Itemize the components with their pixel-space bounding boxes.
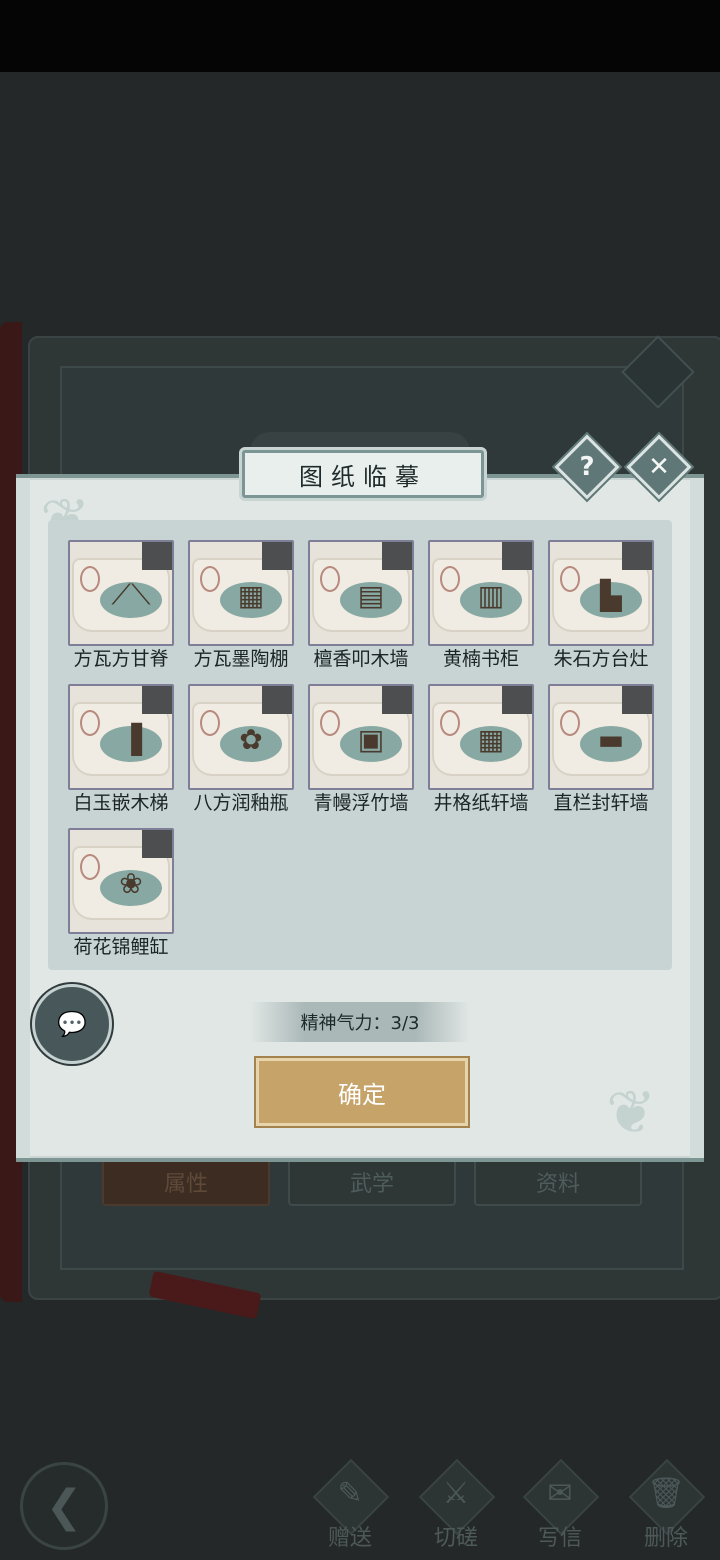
blueprint-name: 直栏封轩墙 <box>553 792 649 814</box>
back-arrow-icon: ❮ <box>45 1480 83 1532</box>
spar-label: 切磋 <box>433 1526 478 1551</box>
blueprint-item[interactable]: ▤ 檀香叩木墙 <box>308 540 414 680</box>
checkbox[interactable] <box>382 686 412 714</box>
furniture-icon: ▐ <box>120 722 142 756</box>
furniture-icon: ❀ <box>119 866 143 900</box>
seal-icon <box>440 566 460 592</box>
seal-icon <box>200 710 220 736</box>
blueprint-name: 荷花锦鲤缸 <box>73 936 169 958</box>
blueprint-card[interactable]: ▦ <box>188 540 294 646</box>
seal-icon <box>200 566 220 592</box>
checkbox[interactable] <box>262 542 292 570</box>
blueprint-name: 方瓦方甘脊 <box>73 648 169 670</box>
trash-icon: 🗑 <box>646 1476 686 1511</box>
blueprint-card[interactable]: ▤ <box>308 540 414 646</box>
seal-icon <box>320 710 340 736</box>
gift-label: 赠送 <box>327 1526 372 1551</box>
gift-button[interactable]: ✎ 赠送 <box>302 1458 398 1554</box>
blueprint-item[interactable]: ▬ 直栏封轩墙 <box>548 684 654 824</box>
blueprint-item[interactable]: ✿ 八方润釉瓶 <box>188 684 294 824</box>
energy-display: 精神气力：3/3 <box>250 1002 470 1042</box>
tab-info: 资料 <box>474 1158 642 1206</box>
blueprint-item[interactable]: ▐ 白玉嵌木梯 <box>68 684 174 824</box>
blueprint-card[interactable]: ▣ <box>308 684 414 790</box>
dialog-left-border <box>16 478 30 1158</box>
delete-label: 删除 <box>643 1526 688 1551</box>
blueprint-item[interactable]: ▙ 朱石方台灶 <box>548 540 654 680</box>
furniture-icon: ⟋⟍ <box>111 578 151 611</box>
status-bar <box>0 0 720 72</box>
checkbox[interactable] <box>142 830 172 858</box>
blueprint-card[interactable]: ⟋⟍ <box>68 540 174 646</box>
blueprint-item[interactable]: ❀ 荷花锦鲤缸 <box>68 828 174 968</box>
checkbox[interactable] <box>142 542 172 570</box>
checkbox[interactable] <box>622 686 652 714</box>
back-button[interactable]: ❮ <box>20 1462 108 1550</box>
checkbox[interactable] <box>622 542 652 570</box>
blueprint-name: 方瓦墨陶棚 <box>193 648 289 670</box>
blueprint-item[interactable]: ⟋⟍ 方瓦方甘脊 <box>68 540 174 680</box>
delete-button[interactable]: 🗑 删除 <box>618 1458 714 1554</box>
blueprint-card[interactable]: ▬ <box>548 684 654 790</box>
blueprint-card[interactable]: ✿ <box>188 684 294 790</box>
seal-icon <box>80 854 100 880</box>
seal-icon <box>560 710 580 736</box>
blueprint-name: 八方润釉瓶 <box>193 792 289 814</box>
checkbox[interactable] <box>382 542 412 570</box>
blueprint-name: 黄楠书柜 <box>442 648 519 670</box>
blueprint-name: 朱石方台灶 <box>553 648 649 670</box>
checkbox[interactable] <box>142 686 172 714</box>
chat-bubble-icon: 💬 <box>57 1010 87 1038</box>
checkbox[interactable] <box>502 686 532 714</box>
seal-icon <box>320 566 340 592</box>
checkbox[interactable] <box>262 686 292 714</box>
confirm-button[interactable]: 确定 <box>256 1058 468 1126</box>
question-icon: ? <box>579 452 595 482</box>
furniture-icon: ▦ <box>477 722 505 756</box>
furniture-icon: ▙ <box>600 578 622 612</box>
seal-icon <box>80 710 100 736</box>
letter-icon: ✉ <box>547 1476 573 1511</box>
tab-attributes: 属性 <box>102 1158 270 1206</box>
seal-icon <box>560 566 580 592</box>
blueprint-item[interactable]: ▥ 黄楠书柜 <box>428 540 534 680</box>
spar-button[interactable]: ⚔ 切磋 <box>408 1458 504 1554</box>
bamboo-decoration-icon: ❦ <box>606 1078 657 1148</box>
tab-martial-arts: 武学 <box>288 1158 456 1206</box>
blueprint-item[interactable]: ▣ 青幔浮竹墙 <box>308 684 414 824</box>
blueprint-card[interactable]: ▐ <box>68 684 174 790</box>
blueprint-name: 青幔浮竹墙 <box>313 792 409 814</box>
seal-icon <box>440 710 460 736</box>
close-icon: ✕ <box>648 452 670 482</box>
write-letter-label: 写信 <box>537 1526 582 1551</box>
blueprint-name: 檀香叩木墙 <box>313 648 409 670</box>
write-letter-button[interactable]: ✉ 写信 <box>512 1458 608 1554</box>
chat-button[interactable]: 💬 <box>32 984 112 1064</box>
seal-icon <box>80 566 100 592</box>
dialog-right-border <box>690 478 704 1158</box>
scroll-icon: ✎ <box>337 1476 363 1511</box>
furniture-icon: ▬ <box>597 722 625 756</box>
blueprint-item[interactable]: ▦ 方瓦墨陶棚 <box>188 540 294 680</box>
sword-icon: ⚔ <box>442 1476 470 1511</box>
blueprint-card[interactable]: ▦ <box>428 684 534 790</box>
blueprint-item[interactable]: ▦ 井格纸轩墙 <box>428 684 534 824</box>
blueprint-name: 白玉嵌木梯 <box>73 792 169 814</box>
furniture-icon: ▥ <box>477 578 505 612</box>
dialog-title: 图纸临摹 <box>242 450 484 498</box>
furniture-icon: ▤ <box>357 578 385 612</box>
blueprint-card[interactable]: ▙ <box>548 540 654 646</box>
blueprint-card[interactable]: ❀ <box>68 828 174 934</box>
furniture-icon: ▦ <box>237 578 265 612</box>
checkbox[interactable] <box>502 542 532 570</box>
blueprint-card[interactable]: ▥ <box>428 540 534 646</box>
blueprint-name: 井格纸轩墙 <box>433 792 529 814</box>
furniture-icon: ▣ <box>357 722 385 756</box>
furniture-icon: ✿ <box>239 722 263 756</box>
